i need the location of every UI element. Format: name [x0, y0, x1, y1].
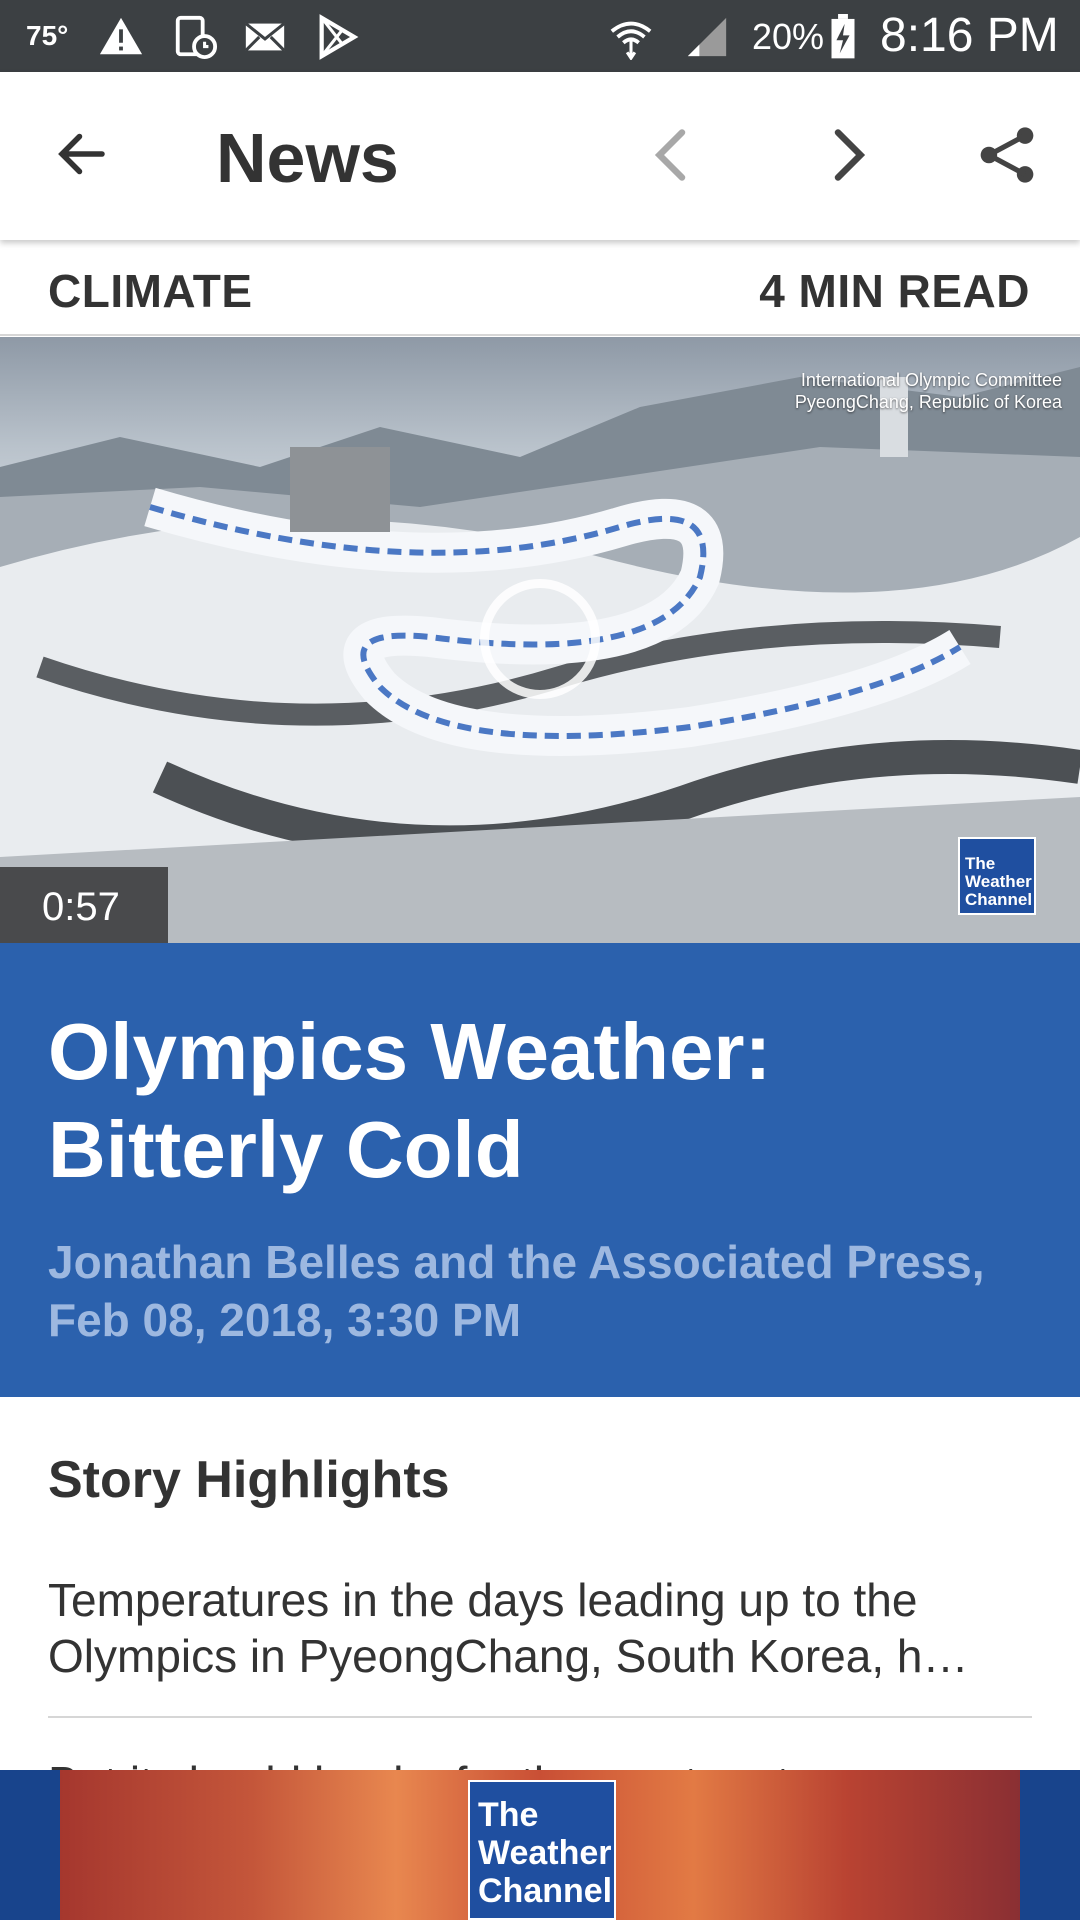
video-credit: International Olympic Committee PyeongCh…: [794, 370, 1062, 412]
back-arrow-icon[interactable]: [52, 124, 112, 184]
video-player[interactable]: International Olympic Committee PyeongCh…: [0, 337, 1080, 943]
battery-percent: 20%: [752, 16, 825, 57]
signal-icon: [687, 17, 727, 57]
status-bar: 75° 20% 8:16 PM: [0, 0, 1080, 72]
weather-channel-logo: The Weather Channel: [468, 1780, 616, 1920]
article-byline: Jonathan Belles and the Associated Press…: [48, 1236, 985, 1346]
share-icon[interactable]: [976, 122, 1038, 188]
status-temperature: 75°: [26, 20, 69, 51]
play-icon[interactable]: [480, 579, 600, 699]
mail-icon: [244, 22, 286, 52]
headline-panel: Olympics Weather: Bitterly Cold Jonathan…: [0, 943, 1080, 1397]
article-meta: CLIMATE 4 MIN READ: [0, 240, 1080, 336]
wifi-icon: [610, 21, 652, 60]
chevron-left-icon[interactable]: [642, 122, 702, 188]
divider: [48, 1716, 1032, 1718]
warning-icon: [99, 17, 143, 55]
article-title: Olympics Weather: Bitterly Cold: [48, 1007, 772, 1194]
read-time-label: 4 MIN READ: [759, 265, 1030, 317]
app-bar: News: [0, 72, 1080, 240]
highlight-item: Temperatures in the days leading up to t…: [48, 1574, 969, 1682]
battery-charging-icon: [831, 14, 855, 59]
story-highlights-heading: Story Highlights: [48, 1451, 450, 1509]
video-duration: 0:57: [0, 867, 168, 943]
category-label[interactable]: CLIMATE: [48, 264, 253, 318]
banner-ad[interactable]: The Weather Channel: [0, 1770, 1080, 1920]
status-time: 8:16 PM: [880, 9, 1059, 62]
page-title: News: [216, 119, 399, 197]
device-icon: [175, 15, 218, 60]
play-store-icon: [319, 14, 359, 60]
chevron-right-icon[interactable]: [818, 122, 878, 188]
weather-channel-logo: The Weather Channel: [958, 837, 1036, 915]
